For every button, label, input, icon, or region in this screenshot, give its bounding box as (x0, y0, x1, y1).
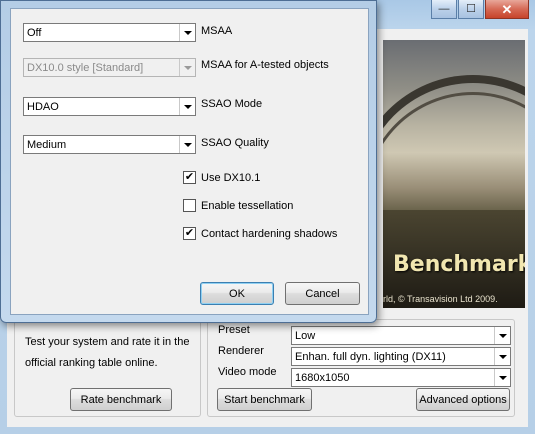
benchmark-settings-group: Preset Low Renderer Enhan. full dyn. lig… (207, 319, 515, 417)
ssao-quality-value: Medium (27, 138, 67, 151)
msaa-select[interactable]: Off (23, 23, 196, 42)
use-dx101-label: Use DX10.1 (201, 171, 261, 184)
banner-image: Benchmark rld, © Transavision Ltd 2009. (383, 40, 525, 308)
chevron-down-icon[interactable] (494, 327, 510, 344)
checkmark-icon: ✔ (184, 171, 195, 183)
contact-shadows-label: Contact hardening shadows (201, 227, 338, 240)
video-mode-value: 1680x1050 (295, 371, 350, 384)
checkbox-box[interactable] (183, 199, 196, 212)
rate-description: Test your system and rate it in the offi… (25, 336, 190, 369)
checkmark-icon: ✔ (184, 227, 195, 239)
advanced-options-button[interactable]: Advanced options (416, 388, 510, 411)
checkbox-box[interactable]: ✔ (183, 227, 196, 240)
rate-group: Test your system and rate it in the offi… (14, 319, 201, 417)
chevron-down-icon[interactable] (179, 24, 195, 41)
chevron-down-icon[interactable] (179, 98, 195, 115)
checkbox-box[interactable]: ✔ (183, 171, 196, 184)
contact-shadows-checkbox[interactable]: ✔ Contact hardening shadows (183, 227, 337, 240)
minimize-icon: — (438, 2, 450, 15)
renderer-label: Renderer (218, 345, 264, 357)
start-benchmark-button[interactable]: Start benchmark (217, 388, 312, 411)
tessellation-checkbox[interactable]: Enable tessellation (183, 199, 293, 212)
advanced-options-dialog: Off MSAA DX10.0 style [Standard] MSAA fo… (0, 0, 377, 323)
ssao-quality-select[interactable]: Medium (23, 135, 196, 154)
ssao-mode-value: HDAO (27, 100, 59, 113)
preset-label: Preset (218, 324, 250, 336)
chevron-down-icon[interactable] (494, 369, 510, 386)
ssao-mode-select[interactable]: HDAO (23, 97, 196, 116)
dialog-client-area: Off MSAA DX10.0 style [Standard] MSAA fo… (10, 8, 369, 315)
tessellation-label: Enable tessellation (201, 199, 294, 212)
close-button[interactable]: ✕ (485, 0, 529, 19)
msaa-atest-select: DX10.0 style [Standard] (23, 58, 196, 77)
msaa-label: MSAA (201, 25, 233, 37)
ssao-quality-label: SSAO Quality (201, 137, 269, 149)
rate-benchmark-button[interactable]: Rate benchmark (70, 388, 172, 411)
chevron-down-icon (179, 59, 195, 76)
msaa-value: Off (27, 26, 42, 39)
ssao-mode-label: SSAO Mode (201, 98, 263, 110)
video-mode-label: Video mode (218, 366, 277, 378)
msaa-atest-label: MSAA for A-tested objects (201, 59, 329, 71)
cancel-button[interactable]: Cancel (285, 282, 360, 305)
close-icon: ✕ (501, 1, 513, 17)
chevron-down-icon[interactable] (494, 348, 510, 365)
renderer-select[interactable]: Enhan. full dyn. lighting (DX11) (291, 347, 511, 366)
maximize-button[interactable]: ☐ (458, 0, 484, 19)
preset-value: Low (295, 329, 316, 342)
preset-select[interactable]: Low (291, 326, 511, 345)
renderer-value: Enhan. full dyn. lighting (DX11) (295, 350, 446, 363)
caption-buttons: — ☐ ✕ (431, 0, 529, 19)
banner-copyright: rld, © Transavision Ltd 2009. (383, 294, 498, 304)
maximize-icon: ☐ (466, 2, 476, 15)
use-dx101-checkbox[interactable]: ✔ Use DX10.1 (183, 171, 260, 184)
msaa-atest-value: DX10.0 style [Standard] (27, 61, 144, 74)
chevron-down-icon[interactable] (179, 136, 195, 153)
minimize-button[interactable]: — (431, 0, 457, 19)
ok-button[interactable]: OK (200, 282, 274, 305)
banner-title: Benchmark (393, 252, 525, 277)
video-mode-select[interactable]: 1680x1050 (291, 368, 511, 387)
